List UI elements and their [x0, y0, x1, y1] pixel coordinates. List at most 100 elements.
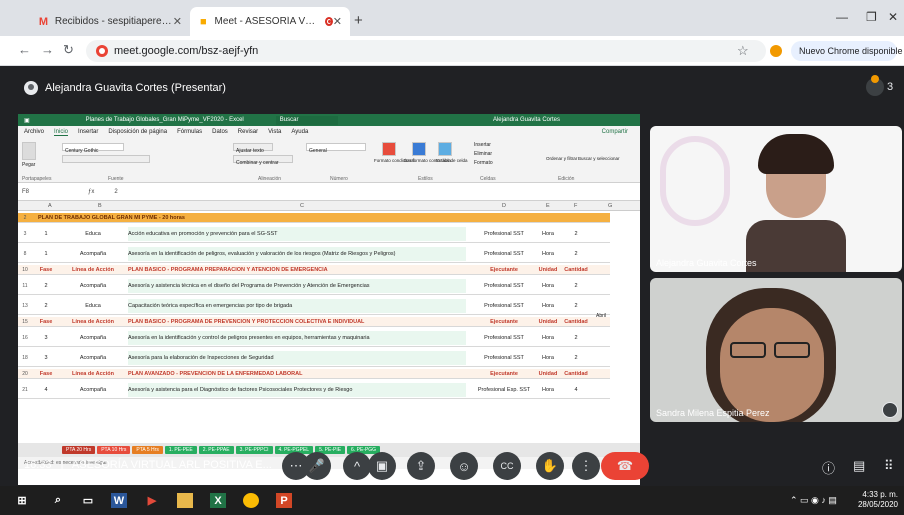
cell-quantity[interactable]: Cantidad: [561, 319, 591, 325]
column-header[interactable]: E: [546, 203, 550, 209]
cell-action-line[interactable]: Línea de Acción: [58, 319, 128, 325]
cell-action-line[interactable]: Acompaña: [58, 355, 128, 361]
cell-unit[interactable]: Unidad: [537, 371, 559, 377]
cell-quantity[interactable]: 4: [561, 387, 591, 393]
captions-button[interactable]: CC: [493, 452, 521, 480]
camera-options-button[interactable]: ^: [343, 452, 371, 480]
cell-action-line[interactable]: Acompaña: [58, 387, 128, 393]
row-number[interactable]: 11: [18, 283, 32, 289]
row-number[interactable]: 16: [18, 335, 32, 341]
delete-cells-button[interactable]: Eliminar: [474, 151, 492, 157]
cell-phase[interactable]: Fase: [38, 319, 54, 325]
menu-formulas[interactable]: Fórmulas: [177, 129, 202, 135]
cell-quantity[interactable]: Cantidad: [561, 371, 591, 377]
info-icon[interactable]: ⓘ: [822, 458, 835, 477]
cell-action-line[interactable]: Acompaña: [58, 335, 128, 341]
minimize-button[interactable]: —: [836, 10, 848, 24]
merge-center-button[interactable]: Combinar y centrar: [233, 155, 293, 166]
new-tab-button[interactable]: +: [354, 12, 363, 29]
row-number[interactable]: 10: [18, 267, 32, 273]
column-header[interactable]: F: [574, 203, 577, 209]
cell-unit[interactable]: Hora: [537, 283, 559, 289]
search-icon[interactable]: ⌕: [50, 493, 66, 508]
cell-activity[interactable]: PLAN AVANZADO - PREVENCIÓN DE LA ENFERME…: [128, 371, 466, 377]
number-format-select[interactable]: General: [306, 143, 366, 154]
table-row[interactable]: 15 Fase Línea de Acción PLAN BASICO - PROGR…: [18, 317, 610, 327]
cell-action-line[interactable]: Línea de Acción: [58, 371, 128, 377]
cell-executor[interactable]: Profesional SST: [476, 355, 532, 361]
cell-activity[interactable]: Asesoría y asistencia para el Diagnóstic…: [128, 382, 466, 397]
participant-count[interactable]: 3: [866, 75, 893, 96]
table-row[interactable]: 10 Fase Línea de Acción PLAN BASICO - PROGR…: [18, 265, 610, 275]
tab-meet[interactable]: ■ Meet - ASESORÍA VIRTUAL ✕: [190, 7, 350, 36]
cell-phase[interactable]: 3: [38, 335, 54, 341]
row-number[interactable]: 13: [18, 303, 32, 309]
table-row[interactable]: 16 3 Acompaña Asesoría en la identificación…: [18, 329, 610, 347]
microphone-button[interactable]: 🎤: [303, 452, 331, 480]
tab-close-icon[interactable]: ✕: [173, 15, 182, 28]
cell-activity[interactable]: Asesoría en la identificación de peligro…: [128, 246, 466, 261]
row-number[interactable]: 3: [18, 231, 32, 237]
font-format-buttons[interactable]: [62, 155, 150, 163]
cell-activity[interactable]: Capacitación teórica específica en emerg…: [128, 298, 466, 313]
cell-action-line[interactable]: Educa: [58, 303, 128, 309]
cell-action-line[interactable]: Educa: [58, 231, 128, 237]
cell-quantity[interactable]: 2: [561, 251, 591, 257]
tab-gmail[interactable]: M Recibidos - sespitiaperez@gma ✕: [30, 7, 190, 36]
row-number[interactable]: 18: [18, 355, 32, 361]
activities-icon[interactable]: ⠿: [884, 458, 894, 474]
cell-executor[interactable]: Profesional SST: [476, 231, 532, 237]
cell-unit[interactable]: Hora: [537, 335, 559, 341]
menu-datos[interactable]: Datos: [212, 129, 228, 135]
name-box[interactable]: F8: [22, 189, 52, 195]
video-tile-sandra[interactable]: Sandra Milena Espitia Perez: [650, 278, 902, 422]
cell-quantity[interactable]: Cantidad: [561, 267, 591, 273]
present-button[interactable]: ⇪: [407, 452, 435, 480]
cell-quantity[interactable]: 2: [561, 283, 591, 289]
forward-arrow-icon[interactable]: →: [41, 42, 54, 57]
end-call-button[interactable]: ☎: [601, 452, 649, 480]
cell-activity[interactable]: PLAN BASICO - PROGRAMA DE PREVENCIÓN Y P…: [128, 319, 466, 325]
cell-executor[interactable]: Profesional SST: [476, 251, 532, 257]
cell-activity[interactable]: Asesoría en la identificación y control …: [128, 330, 466, 345]
cell-executor[interactable]: Profesional Esp. SST: [476, 387, 532, 393]
tab-close-icon[interactable]: ✕: [333, 15, 342, 28]
table-row[interactable]: 13 2 Educa Capacitación teórica específica …: [18, 297, 610, 315]
powerpoint-icon[interactable]: P: [276, 493, 292, 508]
cell-unit[interactable]: Unidad: [537, 319, 559, 325]
pdf-icon[interactable]: ▶: [144, 493, 160, 508]
menu-disposicion[interactable]: Disposición de página: [108, 129, 167, 135]
column-header[interactable]: A: [48, 203, 52, 209]
excel-icon[interactable]: X: [210, 493, 226, 508]
menu-insertar[interactable]: Insertar: [78, 129, 98, 135]
insert-cells-button[interactable]: Insertar: [474, 142, 491, 148]
cell-executor[interactable]: Profesional SST: [476, 283, 532, 289]
back-arrow-icon[interactable]: ←: [18, 42, 31, 57]
cell-phase[interactable]: 1: [38, 251, 54, 257]
emoji-button[interactable]: ☺: [450, 452, 478, 480]
extension-icon[interactable]: [770, 45, 782, 57]
paste-icon[interactable]: [22, 142, 36, 160]
cell-phase[interactable]: 1: [38, 231, 54, 237]
file-explorer-icon[interactable]: [177, 493, 193, 508]
share-button[interactable]: Compartir: [602, 129, 628, 135]
excel-search-box[interactable]: Buscar: [275, 115, 339, 125]
cell-unit[interactable]: Unidad: [537, 267, 559, 273]
cell-activity[interactable]: Asesoría para la elaboración de Inspecci…: [128, 350, 466, 365]
menu-revisar[interactable]: Revisar: [238, 129, 258, 135]
cell-executor[interactable]: Profesional SST: [476, 303, 532, 309]
task-view-icon[interactable]: ▭: [80, 493, 96, 508]
camera-button[interactable]: ▣: [368, 452, 396, 480]
cell-phase[interactable]: 4: [38, 387, 54, 393]
conditional-format-icon[interactable]: [382, 142, 396, 156]
chat-icon[interactable]: ▤: [853, 458, 865, 474]
table-row[interactable]: 20 Fase Línea de Acción PLAN AVANZADO - PRE…: [18, 369, 610, 379]
cell-phase[interactable]: 2: [38, 283, 54, 289]
cell-action-line[interactable]: Acompaña: [58, 251, 128, 257]
cell-unit[interactable]: Hora: [537, 251, 559, 257]
format-cells-button[interactable]: Formato: [474, 160, 493, 166]
cell-unit[interactable]: Hora: [537, 387, 559, 393]
more-options-button[interactable]: ⋮: [572, 452, 600, 480]
cell-unit[interactable]: Hora: [537, 355, 559, 361]
cell-executor[interactable]: Ejecutante: [476, 319, 532, 325]
